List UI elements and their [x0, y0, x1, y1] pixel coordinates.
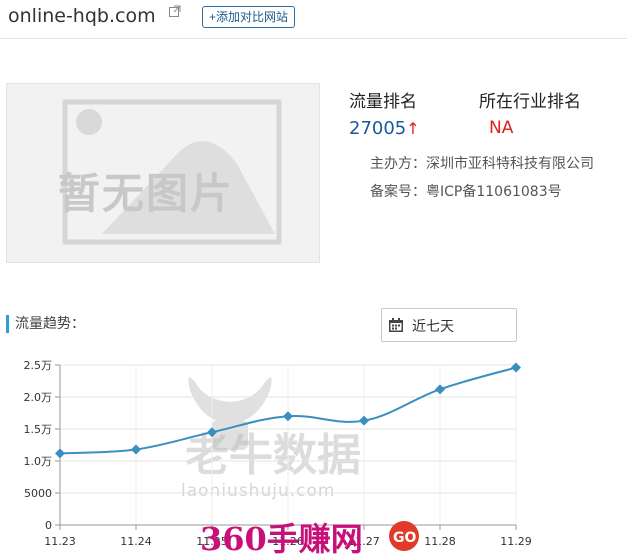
- brand-360-watermark: 360手赚网: [200, 520, 363, 558]
- x-tick-label: 11.28: [424, 535, 456, 548]
- go-badge-icon: GO: [389, 521, 419, 551]
- data-point[interactable]: [435, 384, 445, 395]
- calendar-icon: [389, 318, 403, 332]
- sponsor-info: 主办方：深圳市亚科特科技有限公司: [370, 153, 594, 173]
- date-range-value: 近七天: [412, 319, 454, 335]
- trend-title: 流量趋势：: [6, 315, 85, 333]
- industry-rank-value: NA: [489, 118, 514, 138]
- traffic-rank-value: 27005↑: [349, 118, 420, 139]
- domain-name[interactable]: online-hqb.com: [8, 5, 156, 27]
- y-tick-label: 1.0万: [24, 455, 53, 468]
- x-tick-label: 11.29: [500, 535, 532, 548]
- add-compare-button[interactable]: +添加对比网站: [202, 6, 296, 28]
- svg-text:GO: GO: [393, 530, 416, 546]
- data-point[interactable]: [511, 362, 521, 373]
- no-image-text: 暂无图片: [58, 169, 235, 218]
- icp-info: 备案号：粤ICP备11061083号: [370, 181, 562, 201]
- traffic-rank-number: 27005: [349, 118, 407, 139]
- y-tick-label: 2.5万: [24, 359, 53, 372]
- traffic-rank-label: 流量排名: [349, 92, 417, 112]
- icp-value: 粤ICP备11061083号: [426, 184, 562, 200]
- rank-up-arrow-icon: ↑: [406, 119, 420, 138]
- domain-header: online-hqb.com +添加对比网站: [0, 0, 627, 39]
- icp-label: 备案号：: [370, 184, 426, 200]
- sponsor-label: 主办方：: [370, 156, 426, 172]
- data-point[interactable]: [359, 415, 369, 426]
- sponsor-value: 深圳市亚科特科技有限公司: [426, 156, 594, 172]
- industry-rank-label: 所在行业排名: [479, 92, 581, 112]
- traffic-trend-chart: 老牛数据 laoniushuju.com 0 5000 1.0万 1.5万 2.0万 2.…: [24, 359, 532, 558]
- x-tick-label: 11.23: [44, 535, 76, 548]
- external-link-icon[interactable]: [169, 5, 181, 17]
- y-tick-label: 1.5万: [24, 423, 53, 436]
- data-point[interactable]: [131, 444, 141, 455]
- y-tick-label: 0: [45, 519, 52, 532]
- y-tick-label: 2.0万: [24, 391, 53, 404]
- data-point[interactable]: [283, 411, 293, 422]
- date-range-select[interactable]: 近七天: [381, 308, 517, 342]
- laoniu-watermark-site: laoniushuju.com: [181, 481, 335, 501]
- laoniu-watermark-text: 老牛数据: [185, 430, 361, 481]
- y-tick-label: 5000: [24, 487, 52, 500]
- x-tick-label: 11.24: [120, 535, 152, 548]
- data-point[interactable]: [55, 448, 65, 459]
